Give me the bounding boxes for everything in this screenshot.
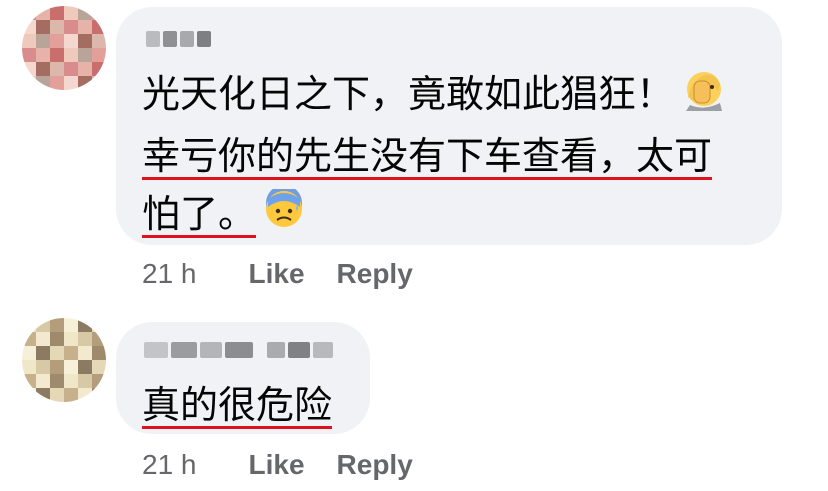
comment-actions: 21 h Like Reply	[142, 449, 413, 481]
avatar-pixel	[50, 76, 64, 90]
avatar-pixel	[78, 360, 92, 374]
avatar-pixel	[50, 374, 64, 388]
avatar-pixel	[78, 6, 92, 20]
avatar-pixel	[92, 360, 106, 374]
avatar-pixel	[36, 374, 50, 388]
avatar-pixel	[78, 318, 92, 332]
avatar-pixel	[64, 6, 78, 20]
avatar-pixel	[36, 388, 50, 402]
comment-bubble: 光天化日之下，竟敢如此猖狂！ 幸亏你的先生没有下车查看，太可 怕了。	[116, 7, 782, 245]
avatar-pixel	[78, 34, 92, 48]
avatar-pixel	[50, 62, 64, 76]
avatar-pixel	[78, 20, 92, 34]
avatar-pixel	[64, 346, 78, 360]
avatar-pixel	[36, 62, 50, 76]
avatar-pixel	[50, 388, 64, 402]
avatar-pixel	[64, 76, 78, 90]
avatar-pixel	[92, 48, 106, 62]
avatar-pixel	[50, 346, 64, 360]
avatar-pixel	[78, 346, 92, 360]
like-button[interactable]: Like	[249, 449, 305, 481]
avatar-pixel	[92, 332, 106, 346]
avatar-pixel	[50, 318, 64, 332]
avatar-pixel	[92, 346, 106, 360]
avatar-pixel	[36, 20, 50, 34]
avatar[interactable]	[22, 6, 106, 90]
avatar-pixel	[22, 360, 36, 374]
avatar[interactable]	[22, 318, 106, 402]
avatar-pixel	[50, 48, 64, 62]
avatar-pixel	[22, 6, 36, 20]
avatar-pixel	[36, 318, 50, 332]
avatar-pixel	[92, 76, 106, 90]
avatar-pixel	[78, 374, 92, 388]
avatar-pixel	[64, 20, 78, 34]
avatar-pixel	[64, 34, 78, 48]
avatar-pixel	[22, 34, 36, 48]
avatar-pixel	[36, 346, 50, 360]
avatar-pixel	[78, 48, 92, 62]
comment-line: 怕了。	[142, 185, 782, 246]
comment-line: 真的很危险	[142, 383, 333, 427]
reply-button[interactable]: Reply	[337, 258, 413, 290]
avatar-pixel	[22, 388, 36, 402]
comment-line: 幸亏你的先生没有下车查看，太可	[142, 133, 713, 178]
anxious-face-with-sweat-icon	[264, 185, 304, 245]
avatar-pixel	[22, 332, 36, 346]
avatar-pixel	[50, 34, 64, 48]
avatar-pixel	[64, 48, 78, 62]
comment-line: 光天化日之下，竟敢如此猖狂！	[142, 65, 782, 127]
avatar-pixel	[92, 20, 106, 34]
avatar-pixel	[78, 76, 92, 90]
avatar-pixel	[64, 318, 78, 332]
avatar-pixel	[50, 6, 64, 20]
avatar-pixel	[36, 34, 50, 48]
avatar-pixel	[22, 62, 36, 76]
avatar-pixel	[92, 318, 106, 332]
avatar-pixel	[36, 6, 50, 20]
avatar-pixel	[36, 360, 50, 374]
avatar-pixel	[64, 62, 78, 76]
reply-button[interactable]: Reply	[337, 449, 413, 481]
comment-line-text: 光天化日之下，竟敢如此猖狂！	[142, 72, 675, 116]
avatar-pixel	[50, 360, 64, 374]
avatar-pixel	[64, 360, 78, 374]
comment-line-text: 怕了。	[142, 191, 257, 236]
avatar-pixel	[78, 388, 92, 402]
avatar-pixel	[78, 62, 92, 76]
face-palm-icon	[682, 67, 726, 127]
avatar-pixel	[92, 34, 106, 48]
author-name-blurred[interactable]	[146, 31, 211, 47]
comment-text: 光天化日之下，竟敢如此猖狂！ 幸亏你的先生没有下车查看，太可 怕了。	[142, 65, 782, 245]
avatar-pixel	[64, 332, 78, 346]
avatar-pixel	[92, 374, 106, 388]
avatar-pixel	[36, 48, 50, 62]
avatar-pixel	[22, 318, 36, 332]
avatar-pixel	[50, 20, 64, 34]
avatar-pixel	[50, 332, 64, 346]
comment-bubble: 真的很危险	[116, 322, 370, 434]
author-name-blurred[interactable]	[144, 342, 333, 358]
avatar-pixel	[64, 388, 78, 402]
avatar-pixel	[92, 6, 106, 20]
avatar-pixel	[22, 76, 36, 90]
avatar-pixel	[22, 346, 36, 360]
avatar-pixel	[92, 62, 106, 76]
avatar-pixel	[22, 20, 36, 34]
avatar-pixel	[64, 374, 78, 388]
like-button[interactable]: Like	[249, 258, 305, 290]
avatar-pixel	[36, 332, 50, 346]
avatar-pixel	[22, 48, 36, 62]
comment-time[interactable]: 21 h	[142, 258, 197, 290]
comment-text: 真的很危险	[142, 376, 332, 434]
avatar-pixel	[22, 374, 36, 388]
avatar-pixel	[92, 388, 106, 402]
comment-actions: 21 h Like Reply	[142, 258, 413, 290]
avatar-pixel	[78, 332, 92, 346]
avatar-pixel	[36, 76, 50, 90]
comment-time[interactable]: 21 h	[142, 449, 197, 481]
